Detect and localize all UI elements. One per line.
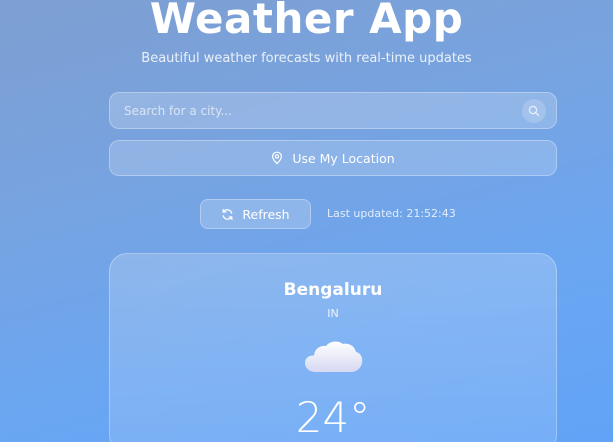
- refresh-icon: [222, 208, 233, 220]
- last-updated-text: Last updated: 21:52:43: [327, 207, 456, 220]
- refresh-label: Refresh: [242, 206, 290, 222]
- refresh-button[interactable]: Refresh: [200, 199, 311, 229]
- search-input[interactable]: [124, 93, 514, 128]
- weather-card: Bengaluru IN 24°: [109, 253, 557, 442]
- country-code: IN: [327, 307, 339, 320]
- temperature: 24°: [295, 393, 371, 442]
- search-box: [109, 92, 557, 129]
- use-my-location-label: Use My Location: [292, 150, 395, 166]
- app-title: Weather App: [149, 0, 464, 43]
- use-my-location-button[interactable]: Use My Location: [109, 140, 557, 176]
- map-pin-icon: [272, 151, 283, 165]
- cloud-icon: [305, 341, 363, 372]
- search-icon: [528, 105, 540, 117]
- app-subtitle: Beautiful weather forecasts with real-ti…: [141, 51, 472, 66]
- city-name: Bengaluru: [283, 280, 383, 300]
- refresh-row: Refresh Last updated: 21:52:43: [0, 199, 613, 229]
- search-button[interactable]: [522, 99, 546, 123]
